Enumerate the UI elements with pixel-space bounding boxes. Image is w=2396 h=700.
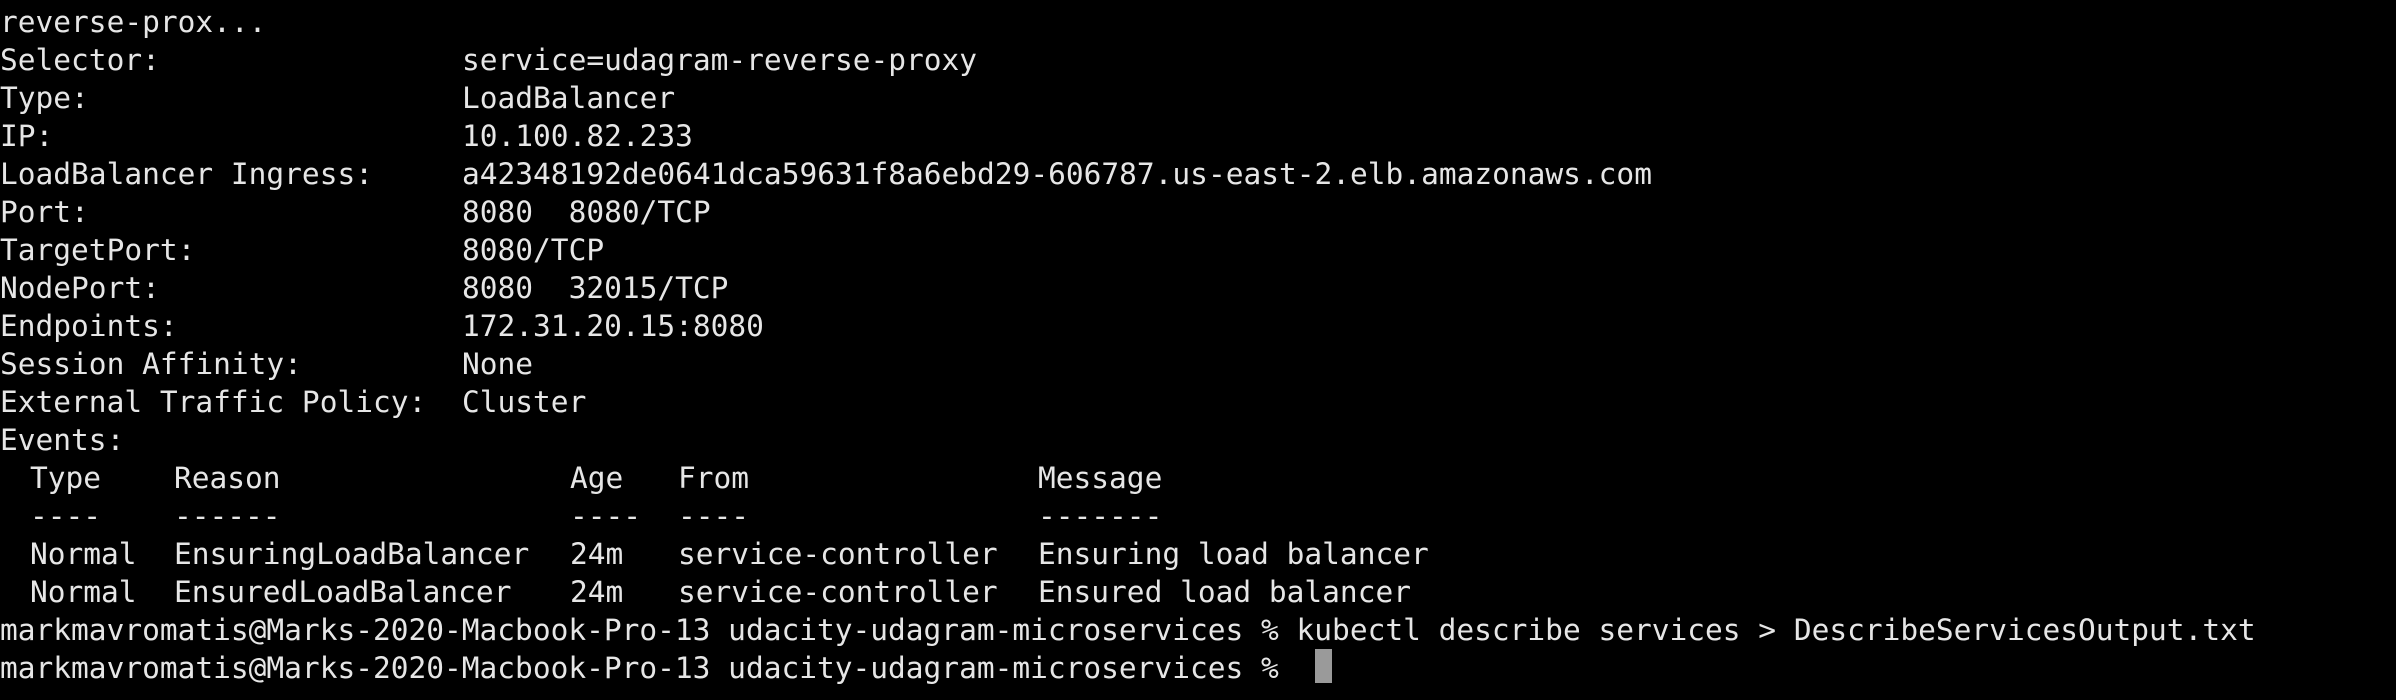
field-key: TargetPort:: [0, 233, 196, 267]
events-header-reason: Reason: [174, 461, 281, 495]
events-header-from: From: [678, 461, 750, 495]
events-underline: -------: [1038, 499, 1163, 533]
shell-prompt: markmavromatis@Marks-2020-Macbook-Pro-13…: [0, 651, 1297, 685]
output-line: Type: LoadBalancer: [0, 79, 2256, 117]
event-reason: EnsuringLoadBalancer: [174, 537, 530, 571]
events-header-type: Type: [30, 461, 102, 495]
events-underline: ----: [30, 499, 102, 533]
output-line: NodePort: 8080 32015/TCP: [0, 269, 2256, 307]
events-header-message: Message: [1038, 461, 1163, 495]
prompt-line[interactable]: markmavromatis@Marks-2020-Macbook-Pro-13…: [0, 649, 2256, 687]
output-line: External Traffic Policy: Cluster: [0, 383, 2256, 421]
output-line: Selector: service=udagram-reverse-proxy: [0, 41, 2256, 79]
shell-command: kubectl describe services > DescribeServ…: [1296, 613, 2256, 647]
event-type: Normal: [30, 575, 137, 609]
field-key: Selector:: [0, 43, 160, 77]
event-type: Normal: [30, 537, 137, 571]
output-line: Session Affinity: None: [0, 345, 2256, 383]
field-key: LoadBalancer Ingress:: [0, 157, 373, 191]
field-value: 8080 32015/TCP: [462, 271, 729, 305]
output-text: reverse-prox...: [0, 5, 267, 39]
output-line: Endpoints: 172.31.20.15:8080: [0, 307, 2256, 345]
terminal-output: reverse-prox... Selector: service=udagram…: [0, 3, 2256, 687]
events-underline: ----: [570, 499, 642, 533]
field-key: Endpoints:: [0, 309, 178, 343]
event-from: service-controller: [678, 537, 998, 571]
event-row: Normal EnsuredLoadBalancer 24m service-c…: [0, 573, 2256, 611]
field-value: None: [462, 347, 534, 381]
event-age: 24m: [570, 537, 624, 571]
event-row: Normal EnsuringLoadBalancer 24m service-…: [0, 535, 2256, 573]
event-reason: EnsuredLoadBalancer: [174, 575, 512, 609]
terminal-window[interactable]: reverse-prox... Selector: service=udagram…: [0, 0, 2396, 700]
field-key: Session Affinity:: [0, 347, 302, 381]
field-value: 8080/TCP: [462, 233, 605, 267]
field-value: LoadBalancer: [462, 81, 676, 115]
field-value: Cluster: [462, 385, 587, 419]
shell-prompt: markmavromatis@Marks-2020-Macbook-Pro-13…: [0, 613, 1297, 647]
field-value: a42348192de0641dca59631f8a6ebd29-606787.…: [462, 157, 1652, 191]
output-line: TargetPort: 8080/TCP: [0, 231, 2256, 269]
field-key: Port:: [0, 195, 89, 229]
events-header-age: Age: [570, 461, 624, 495]
events-underline: ----: [678, 499, 750, 533]
field-value: 8080 8080/TCP: [462, 195, 711, 229]
output-line: Events:: [0, 421, 2256, 459]
event-message: Ensured load balancer: [1038, 575, 1411, 609]
event-age: 24m: [570, 575, 624, 609]
output-line: LoadBalancer Ingress: a42348192de0641dca5…: [0, 155, 2256, 193]
field-key: Type:: [0, 81, 89, 115]
prompt-line: markmavromatis@Marks-2020-Macbook-Pro-13…: [0, 611, 2256, 649]
field-value: service=udagram-reverse-proxy: [462, 43, 978, 77]
field-value: 172.31.20.15:8080: [462, 309, 764, 343]
output-line: reverse-prox...: [0, 3, 2256, 41]
events-underline: ------: [174, 499, 281, 533]
events-heading: Events:: [0, 423, 125, 457]
event-message: Ensuring load balancer: [1038, 537, 1429, 571]
field-value: 10.100.82.233: [462, 119, 693, 153]
events-underline-row: ---- ------ ---- ---- -------: [0, 497, 2256, 535]
output-line: IP: 10.100.82.233: [0, 117, 2256, 155]
event-from: service-controller: [678, 575, 998, 609]
text-cursor: [1314, 649, 1332, 683]
field-key: NodePort:: [0, 271, 160, 305]
output-line: Port: 8080 8080/TCP: [0, 193, 2256, 231]
field-key: IP:: [0, 119, 54, 153]
events-header-row: Type Reason Age From Message: [0, 459, 2256, 497]
field-key: External Traffic Policy:: [0, 385, 427, 419]
